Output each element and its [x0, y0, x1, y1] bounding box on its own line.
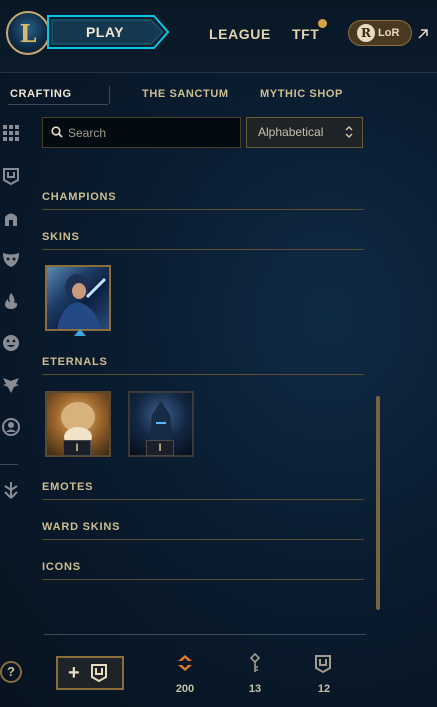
external-link-icon[interactable] — [417, 28, 429, 40]
help-button[interactable]: ? — [0, 661, 22, 683]
skin-rarity-marker — [74, 329, 86, 336]
subnav-divider — [109, 86, 110, 104]
sidebar-icons-profile-icon[interactable] — [0, 416, 22, 438]
tft-notification-dot — [318, 19, 327, 28]
add-plus-label: + — [68, 662, 80, 684]
sidebar-all-icon[interactable] — [0, 122, 22, 144]
section-divider — [42, 249, 364, 250]
sort-dropdown-value: Alphabetical — [258, 125, 324, 139]
nav-tft[interactable]: TFT — [292, 26, 319, 42]
section-divider — [42, 579, 364, 580]
tab-mythic-shop[interactable]: MYTHIC SHOP — [260, 88, 343, 100]
sidebar-ward-flame-icon[interactable] — [0, 290, 22, 312]
search-icon — [51, 126, 63, 138]
section-eternals[interactable]: ETERNALS — [42, 356, 108, 368]
chest-icon — [315, 655, 331, 674]
section-skins[interactable]: SKINS — [42, 231, 80, 243]
key-fragment-count: 13 — [248, 683, 262, 695]
key-icon — [249, 653, 261, 672]
sidebar-eternals-icon[interactable] — [0, 374, 22, 396]
section-divider — [42, 374, 364, 375]
chest-count: 12 — [317, 683, 331, 695]
skin-tile[interactable] — [45, 265, 111, 331]
sidebar-emote-icon[interactable] — [0, 332, 22, 354]
section-champions[interactable]: CHAMPIONS — [42, 191, 116, 203]
eternal-tier-badge: I — [146, 440, 174, 456]
orange-essence-icon — [178, 655, 192, 671]
play-button-label: PLAY — [85, 24, 125, 40]
tab-crafting-underline — [8, 104, 108, 105]
section-icons[interactable]: ICONS — [42, 561, 81, 573]
sort-chevron-icon — [345, 125, 353, 139]
eternal-tier-badge: I — [63, 440, 91, 456]
league-logo-icon: L — [19, 18, 37, 48]
sidebar-loot-arrow-icon[interactable] — [0, 479, 22, 501]
scrollbar[interactable] — [376, 396, 380, 610]
lor-label: LoR — [378, 27, 400, 39]
sidebar-chest-icon[interactable] — [0, 165, 22, 187]
section-emotes[interactable]: EMOTES — [42, 481, 93, 493]
search-input[interactable] — [68, 119, 236, 146]
section-divider — [42, 209, 364, 210]
sidebar-champion-helmet-icon[interactable] — [0, 208, 22, 230]
tab-the-sanctum[interactable]: THE SANCTUM — [142, 88, 229, 100]
section-ward-skins[interactable]: WARD SKINS — [42, 521, 120, 533]
nav-league[interactable]: LEAGUE — [209, 26, 271, 42]
section-divider — [42, 539, 364, 540]
sidebar-divider — [0, 464, 18, 465]
section-divider — [42, 499, 364, 500]
footer-divider — [44, 634, 366, 635]
lor-logo-icon: R — [357, 24, 375, 42]
orange-essence-count: 200 — [175, 683, 195, 695]
chest-icon — [91, 664, 107, 683]
sidebar-skin-mask-icon[interactable] — [0, 248, 22, 270]
league-logo[interactable]: L — [6, 11, 50, 55]
tab-crafting[interactable]: CRAFTING — [10, 88, 72, 100]
